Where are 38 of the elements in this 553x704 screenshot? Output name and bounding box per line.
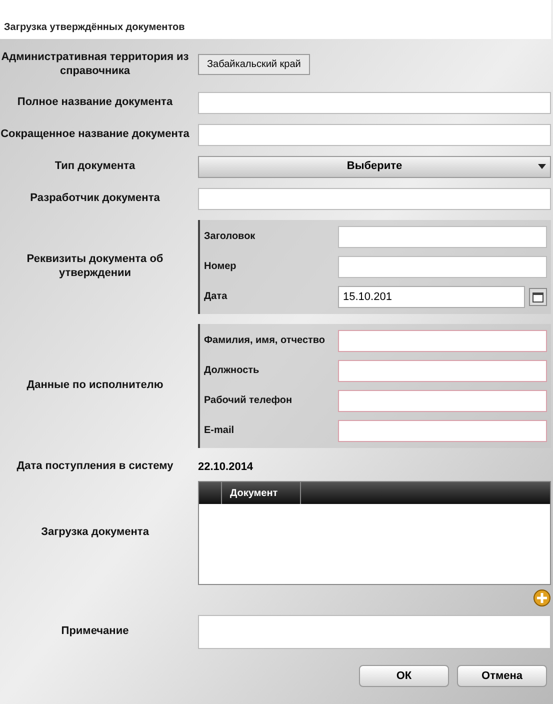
field-label: E-mail <box>203 424 236 438</box>
group-label: Реквизиты документа об утверждении <box>26 252 164 280</box>
field-label: Дата поступления в систему <box>16 460 174 474</box>
field-label: Загрузка документа <box>40 526 150 540</box>
text-field[interactable] <box>338 360 547 382</box>
field-label: Полное название документа <box>16 96 174 110</box>
text-field[interactable] <box>338 330 547 352</box>
field-label: Рабочий телефон <box>203 394 294 408</box>
field-label: Дата <box>203 290 228 304</box>
text-field[interactable] <box>338 390 547 412</box>
note-field[interactable] <box>198 615 551 649</box>
caret-icon <box>538 164 546 168</box>
received-date: 22.10.2014 <box>198 460 254 474</box>
field-label: Фамилия, имя, отчество <box>203 334 326 348</box>
text-field[interactable] <box>198 92 551 114</box>
dialog-button[interactable]: ОК <box>359 665 449 687</box>
window-title: Загрузка утверждённых документов <box>0 0 551 39</box>
text-field[interactable] <box>338 226 547 248</box>
field-label: Примечание <box>60 625 130 639</box>
text-field[interactable] <box>198 124 551 146</box>
field-label: Должность <box>203 364 260 378</box>
calendar-button[interactable] <box>529 288 547 306</box>
text-field[interactable] <box>338 256 547 278</box>
field-label: Разработчик документа <box>29 192 161 206</box>
field-label: Номер <box>203 260 238 274</box>
dialog-button[interactable]: Отмена <box>457 665 547 687</box>
field-label: Административная территория из справочника <box>0 51 190 78</box>
date-field[interactable]: 15.10.201 <box>338 286 525 308</box>
text-field[interactable] <box>198 188 551 210</box>
group-label: Данные по исполнителю <box>26 378 164 392</box>
territory-value: Забайкальский край <box>198 54 310 76</box>
field-label: Тип документа <box>54 160 136 174</box>
field-label: Заголовок <box>203 230 256 244</box>
field-label: Сокращенное название документа <box>0 128 190 142</box>
add-icon[interactable] <box>533 589 551 607</box>
document-type-select[interactable]: Выберите <box>198 156 551 178</box>
calendar-icon <box>532 290 544 302</box>
text-field[interactable] <box>338 420 547 442</box>
